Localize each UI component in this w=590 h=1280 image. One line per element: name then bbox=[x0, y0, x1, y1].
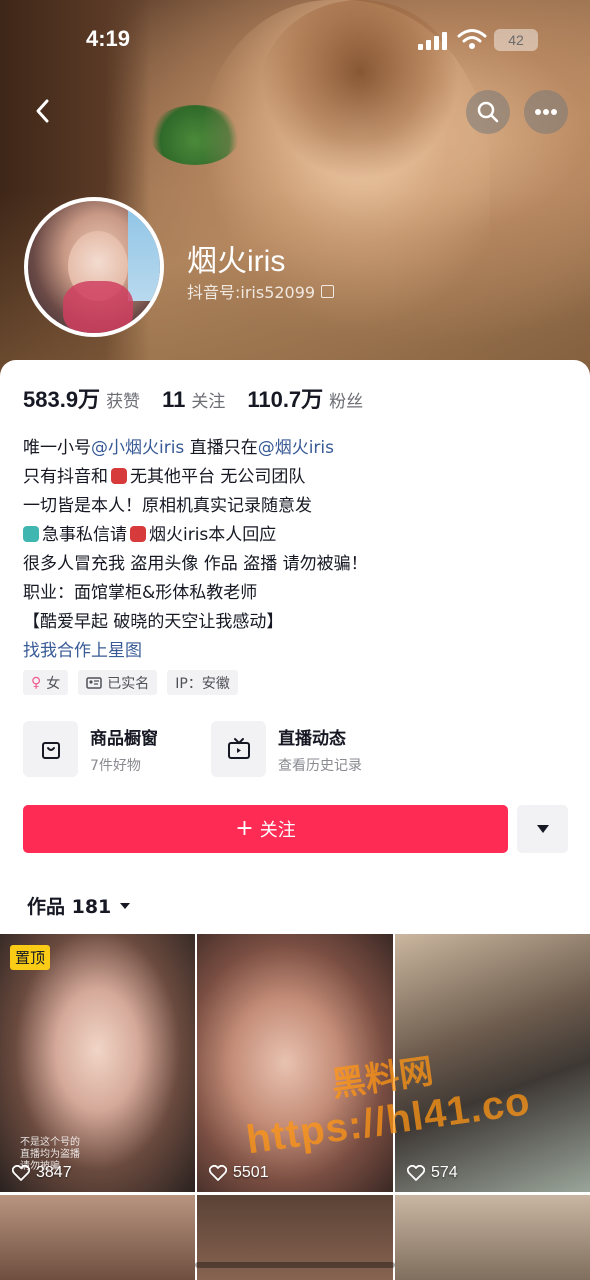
caret-down-icon bbox=[120, 902, 131, 909]
shopping-bag-icon bbox=[23, 721, 78, 777]
more-button[interactable] bbox=[524, 90, 568, 134]
dress-emoji-icon bbox=[23, 526, 39, 542]
status-time: 4:19 bbox=[86, 26, 131, 51]
works-tab-label: 作品 181 bbox=[27, 896, 112, 918]
bio-line: 唯一小号@小烟火iris 直播只在@烟火iris bbox=[23, 438, 334, 458]
mention-link[interactable]: @烟火iris bbox=[258, 438, 334, 458]
likes-label: 获赞 bbox=[106, 392, 141, 411]
like-count: 3847 bbox=[12, 1164, 72, 1182]
id-card-icon bbox=[86, 676, 103, 689]
douyin-id[interactable]: 抖音号:iris52099 bbox=[187, 279, 335, 303]
bio-line: 很多人冒充我 盗用头像 作品 盗播 请勿被骗！ bbox=[23, 554, 368, 574]
collaboration-link[interactable]: 找我合作上星图 bbox=[23, 637, 368, 666]
battery-icon: 42 bbox=[494, 29, 538, 51]
video-thumbnail[interactable] bbox=[395, 1195, 590, 1280]
tab-works[interactable]: 作品 181 bbox=[27, 892, 131, 919]
following-count[interactable]: 11 bbox=[162, 387, 185, 413]
feature-title: 商品橱窗 bbox=[90, 728, 158, 749]
douyin-id-text: 抖音号:iris52099 bbox=[187, 283, 316, 302]
like-count: 574 bbox=[407, 1164, 458, 1182]
bio-line: 职业：面馆掌柜&形体私教老师 bbox=[23, 583, 258, 603]
profile-tags: ♀ 女 已实名 IP：安徽 bbox=[23, 670, 238, 695]
live-history[interactable]: 直播动态 查看历史记录 bbox=[211, 721, 362, 777]
signal-icon bbox=[418, 30, 448, 50]
feature-subtitle: 查看历史记录 bbox=[278, 757, 362, 774]
feature-subtitle: 7件好物 bbox=[90, 757, 141, 774]
mention-link[interactable]: @小烟火iris bbox=[91, 438, 184, 458]
video-thumbnail[interactable] bbox=[0, 1195, 195, 1280]
scarf-emoji-icon bbox=[111, 468, 127, 484]
heart-icon bbox=[407, 1165, 425, 1181]
banner-hair bbox=[260, 0, 460, 180]
plus-icon: + bbox=[235, 816, 254, 841]
caret-down-icon bbox=[536, 825, 549, 833]
followers-count[interactable]: 110.7万 bbox=[247, 382, 323, 414]
profile-name: 烟火iris bbox=[187, 245, 286, 278]
follow-label: 关注 bbox=[259, 820, 296, 841]
chevron-left-icon bbox=[36, 99, 49, 123]
bio: 唯一小号@小烟火iris 直播只在@烟火iris 只有抖音和 无其他平台 无公司团… bbox=[23, 434, 368, 666]
search-icon bbox=[477, 101, 499, 123]
gender-tag: ♀ 女 bbox=[23, 670, 69, 695]
home-indicator[interactable] bbox=[195, 1262, 395, 1268]
verified-tag: 已实名 bbox=[78, 670, 158, 695]
following-label[interactable]: 关注 bbox=[191, 387, 225, 412]
bio-line: 只有抖音和 无其他平台 无公司团队 bbox=[23, 467, 306, 487]
avatar[interactable] bbox=[24, 197, 164, 337]
copy-icon[interactable] bbox=[321, 284, 335, 298]
ip-tag: IP：安徽 bbox=[167, 670, 238, 695]
bio-line: 【酷爱早起 破晓的天空让我感动】 bbox=[23, 612, 284, 632]
video-thumbnail[interactable]: 置顶 不是这个号的 直播均为盗播 请勿被骗 3847 bbox=[0, 934, 195, 1192]
wifi-icon bbox=[457, 29, 487, 49]
product-showcase[interactable]: 商品橱窗 7件好物 bbox=[23, 721, 158, 777]
follow-button[interactable]: + 关注 bbox=[23, 805, 508, 853]
scarf-emoji-icon bbox=[130, 526, 146, 542]
search-button[interactable] bbox=[466, 90, 510, 134]
stats-row: 583.9万 获赞 11 关注 110.7万 粉丝 bbox=[23, 382, 385, 414]
feature-title: 直播动态 bbox=[278, 728, 346, 749]
recommend-dropdown-button[interactable] bbox=[517, 805, 568, 853]
likes-count: 583.9万 bbox=[23, 387, 101, 412]
back-button[interactable] bbox=[20, 88, 66, 134]
pinned-badge: 置顶 bbox=[10, 945, 51, 970]
bio-line: 急事私信请 烟火iris本人回应 bbox=[23, 521, 368, 550]
tv-icon bbox=[211, 721, 266, 777]
bio-line: 一切皆是本人！原相机真实记录随意发 bbox=[23, 496, 312, 516]
female-icon: ♀ bbox=[31, 674, 42, 691]
heart-icon bbox=[12, 1165, 30, 1181]
more-dots-icon bbox=[535, 109, 557, 115]
followers-label[interactable]: 粉丝 bbox=[329, 387, 363, 412]
